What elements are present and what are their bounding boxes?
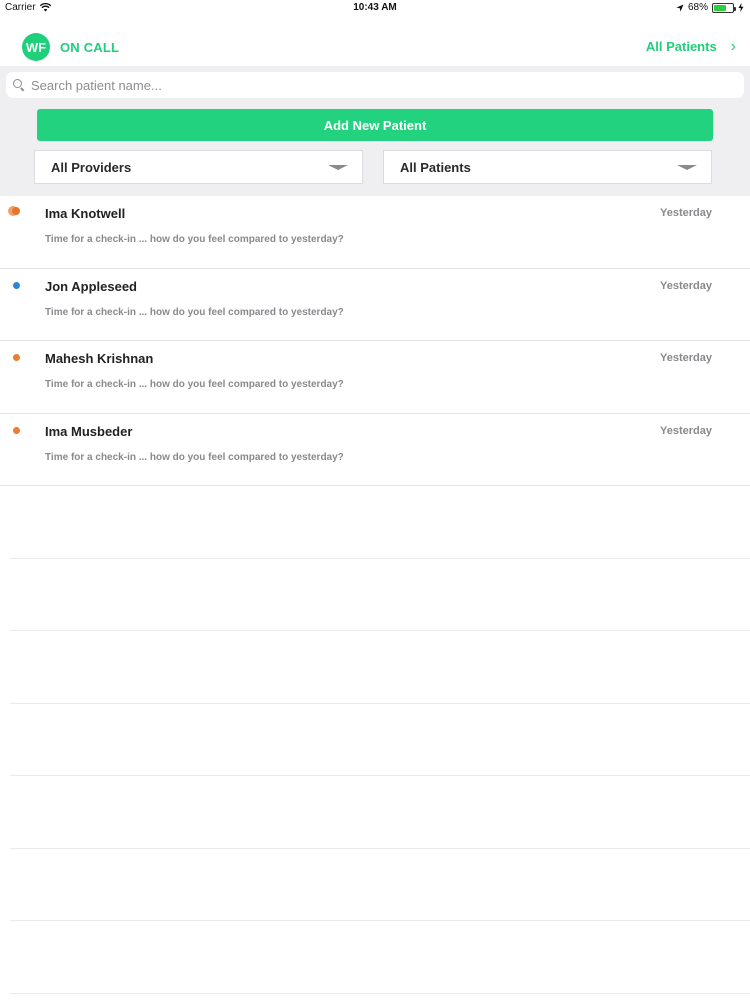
add-new-patient-button[interactable]: Add New Patient <box>37 109 713 141</box>
patient-name: Ima Musbeder <box>45 423 133 439</box>
patient-row[interactable]: Ima Knotwell Yesterday Time for a check-… <box>0 196 750 269</box>
empty-list-row <box>10 921 750 994</box>
battery-percent: 68% <box>687 2 708 13</box>
patient-name: Jon Appleseed <box>45 278 137 294</box>
patient-name: Mahesh Krishnan <box>45 351 154 366</box>
controls-panel: Add New Patient All Providers All Patien… <box>0 66 750 196</box>
patients-dropdown-label: All Patients <box>400 159 471 175</box>
all-patients-link[interactable]: All Patients › <box>645 38 736 55</box>
patient-date: Yesterday <box>660 279 712 292</box>
status-dot-icon <box>13 281 20 289</box>
charging-bolt-icon <box>738 3 744 12</box>
patient-date: Yesterday <box>660 207 712 219</box>
page-title: ON CALL <box>60 40 120 55</box>
battery-nub <box>734 6 736 11</box>
patient-message: Time for a check-in ... how do you feel … <box>45 306 344 318</box>
patient-date: Yesterday <box>660 424 712 437</box>
empty-list-row <box>10 849 750 921</box>
status-bar: Carrier 10:43 AM 68% <box>0 0 750 16</box>
patient-message: Time for a check-in ... how do you feel … <box>45 234 344 245</box>
patient-date: Yesterday <box>660 352 712 364</box>
patient-message: Time for a check-in ... how do you feel … <box>45 379 344 390</box>
battery-icon <box>712 2 736 13</box>
avatar[interactable]: WF <box>22 33 50 61</box>
status-dot-icon <box>13 354 20 361</box>
chevron-right-icon: › <box>730 38 736 55</box>
location-arrow-icon <box>676 4 684 11</box>
chevron-down-icon <box>677 165 697 170</box>
empty-list-row <box>10 776 750 849</box>
patient-list: Ima Knotwell Yesterday Time for a check-… <box>0 196 750 994</box>
patient-name: Ima Knotwell <box>45 206 126 221</box>
search-icon <box>13 79 25 91</box>
patient-row[interactable]: Ima Musbeder Yesterday Time for a check-… <box>0 414 750 486</box>
empty-list-row <box>10 486 750 559</box>
status-right: 68% <box>676 2 744 13</box>
patient-row[interactable]: Mahesh Krishnan Yesterday Time for a che… <box>0 341 750 414</box>
chevron-down-icon <box>328 165 348 170</box>
patients-dropdown[interactable]: All Patients <box>383 150 712 184</box>
status-dot-icon <box>8 206 21 216</box>
search-input[interactable] <box>31 77 711 93</box>
empty-list-row <box>10 631 750 704</box>
providers-dropdown-label: All Providers <box>51 159 132 175</box>
providers-dropdown[interactable]: All Providers <box>34 150 363 184</box>
empty-list-row <box>10 704 750 776</box>
empty-list-row <box>10 559 750 631</box>
status-dot-icon <box>13 426 20 434</box>
search-bar[interactable] <box>6 72 744 98</box>
nav-header: WF ON CALL All Patients › <box>0 28 750 66</box>
battery-fill <box>714 4 727 11</box>
patient-message: Time for a check-in ... how do you feel … <box>45 451 344 463</box>
patient-row[interactable]: Jon Appleseed Yesterday Time for a check… <box>0 269 750 341</box>
all-patients-link-label: All Patients <box>645 39 717 54</box>
status-time: 10:43 AM <box>353 2 397 13</box>
